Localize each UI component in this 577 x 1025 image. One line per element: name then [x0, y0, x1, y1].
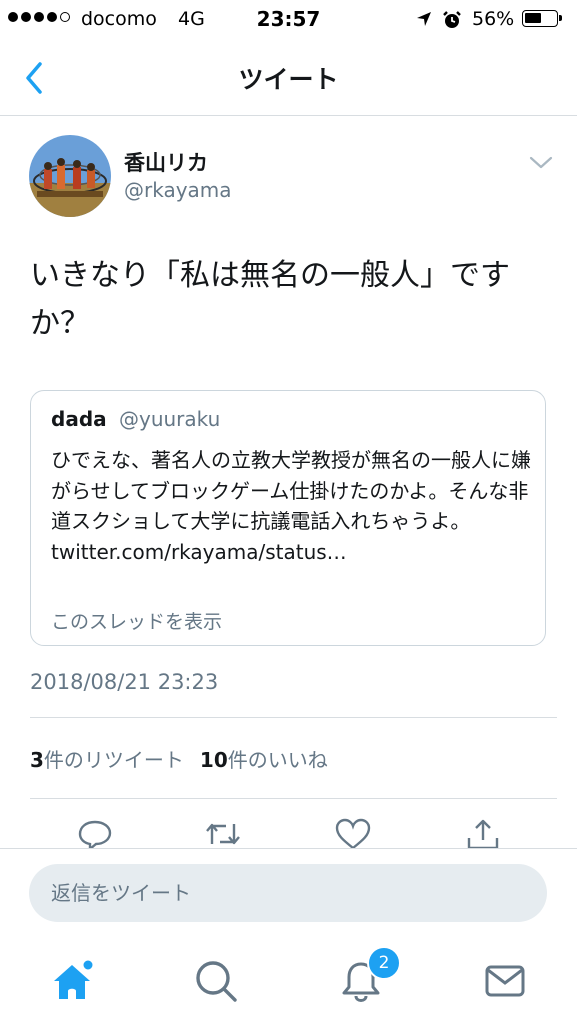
quoted-author-name: dada — [51, 407, 107, 431]
battery-icon — [522, 10, 562, 27]
like-stat[interactable]: 10件のいいね — [200, 748, 328, 772]
retweet-icon[interactable] — [204, 818, 242, 850]
quoted-author-handle: @yuuraku — [118, 407, 221, 431]
reply-input[interactable]: 返信をツイート — [29, 864, 547, 922]
status-bar: docomo 4G 23:57 56% — [0, 0, 577, 40]
search-icon[interactable] — [192, 957, 240, 1005]
like-count: 10 — [199, 748, 228, 772]
quoted-tweet-text: ひでえな、著名人の立教大学教授が無名の一般人に嫌がらせしてブロックゲーム仕掛けた… — [51, 448, 531, 564]
battery-fill — [525, 13, 541, 23]
alarm-icon — [443, 11, 461, 28]
tweet-timestamp: 2018/08/21 23:23 — [30, 670, 219, 694]
battery-percentage: 56% — [472, 8, 515, 30]
share-icon[interactable] — [464, 818, 502, 850]
author-handle[interactable]: @rkayama — [124, 178, 232, 202]
location-arrow-icon — [417, 12, 431, 26]
like-icon[interactable] — [334, 818, 372, 850]
retweet-count: 3 — [30, 748, 44, 772]
tweet-stats: 3件のリツイート 10件のいいね — [30, 744, 328, 773]
bottom-bar: 返信をツイート — [0, 848, 577, 1025]
page-title: ツイート — [238, 65, 339, 94]
retweet-stat[interactable]: 3件のリツイート — [30, 748, 184, 772]
quoted-tweet-header: dada @yuuraku — [51, 407, 220, 431]
tweet-text: いきなり「私は無名の一般人」ですか？ — [30, 258, 510, 341]
author-name[interactable]: 香山リカ — [124, 147, 208, 177]
quoted-tweet[interactable]: dada @yuuraku ひでえな、著名人の立教大学教授が無名の一般人に嫌がら… — [30, 390, 546, 646]
divider — [30, 717, 557, 718]
nav-bar: ツイート — [0, 40, 577, 116]
reply-icon[interactable] — [76, 818, 114, 850]
chevron-down-icon[interactable] — [527, 152, 555, 172]
notification-badge: 2 — [367, 946, 401, 980]
show-thread-link[interactable]: このスレッドを表示 — [51, 607, 222, 634]
retweet-label: 件のリツイート — [43, 748, 184, 772]
like-label: 件のいいね — [227, 748, 328, 772]
divider — [30, 798, 557, 799]
avatar[interactable] — [29, 135, 111, 217]
messages-icon[interactable] — [481, 957, 529, 1005]
home-icon[interactable] — [48, 957, 96, 1005]
